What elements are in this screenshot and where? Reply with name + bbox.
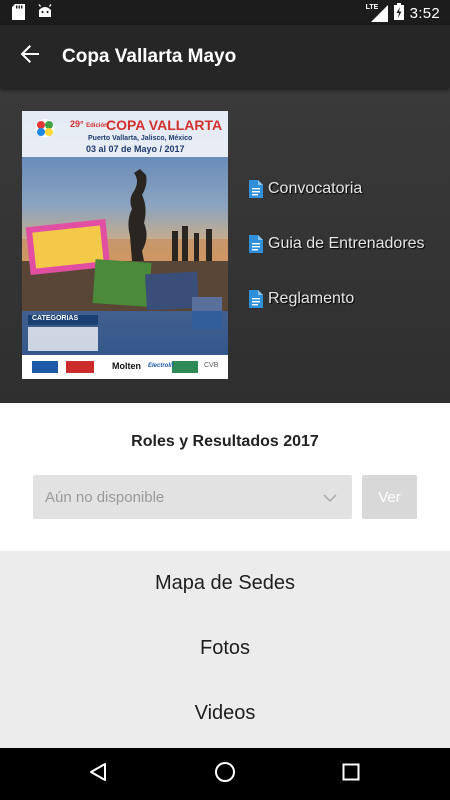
back-button[interactable]	[0, 25, 60, 88]
results-select[interactable]: Aún no disponible	[33, 475, 352, 519]
results-title: Roles y Resultados 2017	[131, 433, 319, 450]
lte-signal-icon: LTE	[365, 4, 388, 22]
document-label: Reglamento	[268, 290, 355, 307]
status-bar: LTE 3:52	[0, 0, 450, 25]
page-title: Copa Vallarta Mayo	[62, 45, 237, 67]
menu-item-fotos[interactable]: Fotos	[0, 616, 450, 681]
poster-sponsor-electrolit: Electrolit	[148, 363, 174, 369]
poster-title: COPA VALLARTA	[106, 117, 223, 133]
results-section: Roles y Resultados 2017 Aún no disponibl…	[0, 403, 450, 551]
results-select-value: Aún no disponible	[45, 489, 165, 506]
document-icon	[249, 235, 263, 253]
event-header: 29° Edición COPA VALLARTA Puerto Vallart…	[0, 88, 450, 403]
document-link-guia-entrenadores[interactable]: Guia de Entrenadores	[249, 233, 425, 255]
poster-sponsor-cvb: CVB	[204, 362, 219, 369]
poster-dates: 03 al 07 de Mayo / 2017	[86, 144, 185, 154]
circle-home-icon	[214, 761, 236, 788]
status-time: 3:52	[409, 5, 440, 22]
nav-recents-button[interactable]	[321, 748, 381, 800]
poster-banner: CATEGORIAS	[32, 315, 79, 322]
square-recents-icon	[342, 763, 360, 786]
event-poster[interactable]: 29° Edición COPA VALLARTA Puerto Vallart…	[22, 111, 228, 379]
lte-label: LTE	[365, 4, 379, 11]
sd-card-icon	[12, 4, 25, 25]
document-icon	[249, 290, 263, 308]
document-link-convocatoria[interactable]: Convocatoria	[249, 178, 425, 200]
nav-home-button[interactable]	[195, 748, 255, 800]
menu-item-mapa-sedes[interactable]: Mapa de Sedes	[0, 551, 450, 616]
menu-item-videos[interactable]: Videos	[0, 681, 450, 746]
document-icon	[249, 180, 263, 198]
android-icon	[37, 4, 53, 25]
document-label: Convocatoria	[268, 180, 363, 197]
navigation-bar	[0, 748, 450, 800]
view-results-button[interactable]: Ver	[362, 475, 417, 519]
app-bar: Copa Vallarta Mayo	[0, 25, 450, 88]
chevron-down-icon	[323, 490, 337, 508]
document-links: Convocatoria Guia de Entrenadores Reglam…	[249, 178, 425, 343]
arrow-back-icon	[20, 44, 40, 69]
poster-sponsor-molten: Molten	[112, 361, 141, 371]
document-label: Guia de Entrenadores	[268, 235, 425, 252]
nav-back-button[interactable]	[68, 748, 128, 800]
poster-location: Puerto Vallarta, Jalisco, México	[88, 135, 193, 142]
document-link-reglamento[interactable]: Reglamento	[249, 288, 425, 310]
menu-list: Mapa de Sedes Fotos Videos	[0, 551, 450, 748]
battery-charging-icon	[393, 3, 404, 24]
triangle-back-icon	[88, 762, 108, 787]
poster-edition: 29° Edición	[70, 119, 108, 129]
